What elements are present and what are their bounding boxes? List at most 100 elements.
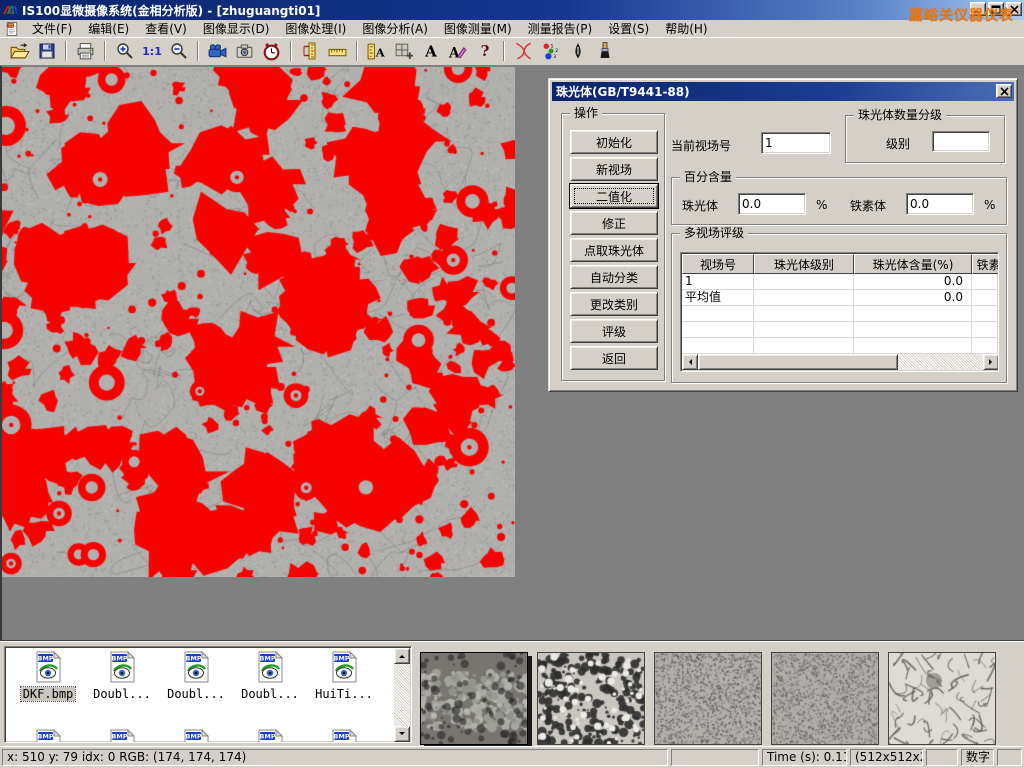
operation-button[interactable]: 点取珠光体 (570, 238, 658, 262)
table-column-header[interactable]: 视场号 (682, 254, 754, 274)
operation-button[interactable]: 新视场 (570, 157, 658, 181)
caliper-icon[interactable] (297, 39, 324, 64)
pen-icon[interactable] (564, 39, 591, 64)
svg-text:BMP: BMP (333, 655, 349, 663)
grade-group: 珠光体数量分级 级别 (845, 115, 1005, 163)
save-icon[interactable] (33, 39, 60, 64)
table-horizontal-scrollbar[interactable] (682, 354, 999, 370)
title-bar[interactable]: IS100显微摄像系统(金相分析版) - [zhuguangti01] (0, 0, 1024, 20)
text-icon[interactable]: A (417, 39, 444, 64)
menu-item[interactable]: 图像处理(I) (277, 19, 354, 38)
brush-icon[interactable] (591, 39, 618, 64)
curve-icon[interactable] (510, 39, 537, 64)
ferrite-percent-input[interactable] (906, 193, 974, 215)
measure-text-icon[interactable]: A (363, 39, 390, 64)
percent-group-label: 百分含量 (680, 170, 736, 184)
micrograph-thumb-5[interactable] (888, 652, 996, 745)
table-column-header[interactable]: 铁素体含量(%) (972, 254, 999, 274)
micrograph-thumb-1[interactable] (420, 652, 528, 745)
svg-text:A: A (375, 45, 386, 59)
scrollbar-thumb[interactable] (698, 354, 898, 370)
current-field-input[interactable] (761, 132, 831, 154)
cursor-position-panel: x: 510 y: 79 idx: 0 RGB: (174, 174, 174) (2, 749, 668, 766)
app-window: IS100显微摄像系统(金相分析版) - [zhuguangti01] 嘉峪关仪… (0, 0, 1024, 768)
file-item[interactable]: BMPDoubl... (233, 651, 307, 701)
pearlite-label: 珠光体 (682, 197, 718, 214)
file-item[interactable]: BMPDoubl... (159, 651, 233, 701)
operation-button[interactable]: 修正 (570, 211, 658, 235)
scroll-right-button[interactable] (983, 354, 999, 370)
file-list-scrollbar[interactable] (394, 648, 410, 742)
table-cell (682, 322, 754, 338)
micrograph-thumb-2[interactable] (537, 652, 645, 745)
help-icon[interactable]: ? (471, 39, 498, 64)
scrollbar-track[interactable] (898, 354, 983, 370)
main-image[interactable] (2, 67, 515, 577)
ruler-icon[interactable] (324, 39, 351, 64)
file-item[interactable]: BMP (233, 729, 307, 743)
micrograph-thumb-4[interactable] (771, 652, 879, 745)
file-item[interactable]: BMPDKF.bmp (11, 651, 85, 701)
grading-table[interactable]: 视场号珠光体级别珠光体含量(%)铁素体含量(%) 10.0平均值0.0 (680, 252, 999, 372)
menu-item[interactable]: 图像显示(D) (195, 19, 278, 38)
pearlite-dialog[interactable]: 珠光体(GB/T9441-88) 操作 初始化新视场二值化修正点取珠光体自动分类… (548, 78, 1018, 392)
table-row[interactable] (682, 338, 999, 354)
table-row[interactable] (682, 306, 999, 322)
scroll-down-button[interactable] (394, 726, 410, 742)
operation-button[interactable]: 二值化 (570, 184, 658, 208)
text-edit-icon[interactable]: A (444, 39, 471, 64)
table-column-header[interactable]: 珠光体含量(%) (854, 254, 972, 274)
scroll-up-button[interactable] (394, 648, 410, 664)
file-item[interactable]: BMP (159, 729, 233, 743)
operation-buttons: 初始化新视场二值化修正点取珠光体自动分类更改类别评级返回 (570, 130, 658, 370)
menu-item[interactable]: 文件(F) (24, 19, 80, 38)
vendor-watermark: 嘉峪关仪器仪表 (909, 5, 1014, 25)
operation-button[interactable]: 自动分类 (570, 265, 658, 289)
file-item[interactable]: BMPDoubl... (85, 651, 159, 701)
operation-button[interactable]: 评级 (570, 319, 658, 343)
svg-text:BMP: BMP (259, 655, 275, 663)
menu-item[interactable]: 图像测量(M) (436, 19, 520, 38)
operations-group-label: 操作 (570, 106, 602, 120)
menu-item[interactable]: 帮助(H) (657, 19, 715, 38)
grid-icon[interactable] (390, 39, 417, 64)
actual-size-icon[interactable]: 1:1 (138, 39, 165, 64)
photo-camera-icon[interactable] (231, 39, 258, 64)
zoom-in-icon[interactable] (111, 39, 138, 64)
menu-item[interactable]: 测量报告(P) (520, 19, 601, 38)
operation-button[interactable]: 初始化 (570, 130, 658, 154)
scrollbar-track[interactable] (394, 664, 410, 726)
video-camera-icon[interactable] (204, 39, 231, 64)
operation-button[interactable]: 返回 (570, 346, 658, 370)
table-row[interactable]: 平均值0.0 (682, 290, 999, 306)
menu-item[interactable]: 编辑(E) (80, 19, 137, 38)
toolbar-separator (197, 41, 199, 61)
pearlite-percent-input[interactable] (738, 193, 806, 215)
svg-text:A: A (424, 43, 437, 61)
menu-item[interactable]: 设置(S) (600, 19, 657, 38)
dialog-title: 珠光体(GB/T9441-88) (556, 83, 690, 100)
file-list[interactable]: BMPDKF.bmpBMPDoubl...BMPDoubl...BMPDoubl… (4, 646, 412, 743)
menu-item[interactable]: 图像分析(A) (354, 19, 436, 38)
micrograph-thumb-3[interactable] (654, 652, 762, 745)
grade-input[interactable] (932, 131, 990, 152)
file-item[interactable]: BMP (307, 729, 381, 743)
zoom-out-icon[interactable] (165, 39, 192, 64)
table-row[interactable] (682, 322, 999, 338)
timer-icon[interactable] (258, 39, 285, 64)
scroll-left-button[interactable] (682, 354, 698, 370)
dialog-close-button[interactable] (996, 84, 1012, 98)
open-icon[interactable] (6, 39, 33, 64)
file-item[interactable]: BMP (11, 729, 85, 743)
document-icon[interactable]: DOC (2, 21, 22, 37)
grading-table-header: 视场号珠光体级别珠光体含量(%)铁素体含量(%) (682, 254, 999, 274)
operation-button[interactable]: 更改类别 (570, 292, 658, 316)
table-row[interactable]: 10.0 (682, 274, 999, 290)
dialog-title-bar[interactable]: 珠光体(GB/T9441-88) (552, 82, 1014, 101)
print-icon[interactable] (72, 39, 99, 64)
menu-item[interactable]: 查看(V) (137, 19, 195, 38)
table-column-header[interactable]: 珠光体级别 (754, 254, 854, 274)
classify-icon[interactable]: 123 (537, 39, 564, 64)
file-item[interactable]: BMPHuiTi... (307, 651, 381, 701)
file-item[interactable]: BMP (85, 729, 159, 743)
